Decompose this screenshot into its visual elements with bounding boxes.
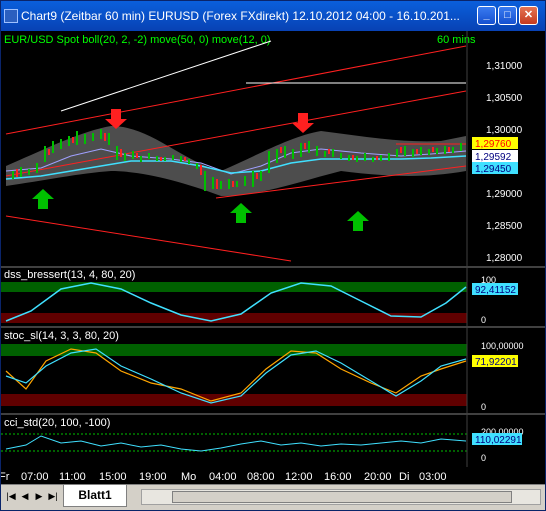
time-label: 16:00	[324, 471, 352, 483]
minimize-button[interactable]: _	[477, 6, 496, 25]
time-label: 04:00	[209, 471, 237, 483]
last-price-cyan: 1,29450	[475, 164, 512, 175]
cci-pane-label: cci_std(20, 100, -100)	[4, 417, 110, 429]
first-sheet-button[interactable]: |◀	[5, 489, 17, 503]
time-label: 15:00	[99, 471, 127, 483]
cci-line	[5, 435, 467, 452]
window-title: Chart9 (Zeitbar 60 min) EURUSD (Forex FX…	[21, 9, 460, 23]
dss-oversold-zone	[1, 313, 467, 323]
horizontal-scrollbar[interactable]	[141, 489, 541, 505]
dss-pane-label: dss_bressert(13, 4, 80, 20)	[4, 269, 135, 281]
time-label: Fr	[1, 471, 10, 483]
price-tick: 1,28500	[486, 221, 523, 232]
stoc-scale-min: 0	[481, 402, 486, 412]
scrollbar-thumb[interactable]	[172, 491, 512, 503]
interval-label: 60 mins	[437, 34, 476, 46]
chart-app-icon	[4, 9, 18, 23]
cci-value: 110,02291	[475, 435, 522, 446]
stoc-pane-label: stoc_sl(14, 3, 3, 80, 20)	[4, 330, 119, 342]
price-tick: 1,30500	[486, 93, 523, 104]
time-label: Di	[399, 471, 409, 483]
chart-area[interactable]: EUR/USD Spot boll(20, 2, -2) move(50, 0)…	[0, 31, 545, 484]
cci-pane[interactable]: cci_std(20, 100, -100) 200,00000 0 110,0…	[1, 417, 524, 463]
time-label: 20:00	[364, 471, 392, 483]
stoc-scale-max: 100,00000	[481, 341, 524, 351]
last-price-white: 1,29592	[475, 152, 512, 163]
chart-window: Chart9 (Zeitbar 60 min) EURUSD (Forex FX…	[0, 0, 546, 511]
title-bar[interactable]: Chart9 (Zeitbar 60 min) EURUSD (Forex FX…	[1, 1, 545, 31]
sheet-tab-blatt1[interactable]: Blatt1	[63, 485, 127, 507]
time-label: 03:00	[419, 471, 447, 483]
price-tick: 1,29000	[486, 189, 523, 200]
price-pane[interactable]: EUR/USD Spot boll(20, 2, -2) move(50, 0)…	[1, 31, 545, 266]
last-price-red: 1,29760	[475, 139, 512, 150]
stoc-value: 71,92201	[475, 357, 517, 368]
stoc-pane[interactable]: stoc_sl(14, 3, 3, 80, 20) 100,00000 0 71…	[1, 330, 524, 412]
time-label: 11:00	[59, 471, 86, 483]
time-label: Mo	[181, 471, 196, 483]
stoc-overbought-zone	[1, 344, 467, 356]
time-label: 12:00	[285, 471, 313, 483]
next-sheet-button[interactable]: ▶	[33, 489, 45, 503]
stoc-slow-line	[5, 348, 467, 402]
close-button[interactable]: ✕	[519, 6, 538, 25]
maximize-button[interactable]: □	[498, 6, 517, 25]
dss-value: 92,41152	[475, 285, 516, 296]
dss-pane[interactable]: dss_bressert(13, 4, 80, 20) 100 0 92,411…	[1, 269, 518, 325]
cci-scale-min: 0	[481, 453, 486, 463]
dss-scale-min: 0	[481, 315, 486, 325]
sheet-tab-bar: |◀ ◀ ▶ ▶| Blatt1	[1, 484, 545, 510]
time-label: 07:00	[21, 471, 49, 483]
time-label: 19:00	[139, 471, 167, 483]
price-tick: 1,31000	[486, 61, 523, 72]
last-sheet-button[interactable]: ▶|	[47, 489, 59, 503]
prev-sheet-button[interactable]: ◀	[19, 489, 31, 503]
price-pane-label: EUR/USD Spot boll(20, 2, -2) move(50, 0)…	[4, 34, 271, 46]
time-label: 08:00	[247, 471, 275, 483]
time-axis: Fr 07:00 11:00 15:00 19:00 Mo 04:00 08:0…	[0, 467, 545, 484]
price-tick: 1,30000	[486, 125, 523, 136]
price-tick: 1,28000	[486, 253, 523, 264]
